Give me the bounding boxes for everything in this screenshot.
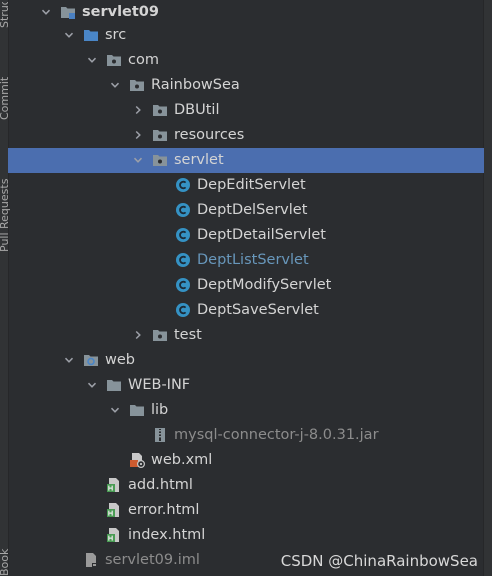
tree-row[interactable]: index.html bbox=[8, 523, 484, 548]
chevron-down-icon[interactable] bbox=[86, 379, 98, 391]
tree-row[interactable]: DeptListServlet bbox=[8, 248, 484, 273]
iml-file-icon bbox=[83, 552, 99, 568]
tree-item-label: DBUtil bbox=[174, 102, 220, 118]
class-icon bbox=[175, 177, 191, 193]
tree-item-label: index.html bbox=[128, 527, 206, 543]
source-folder-icon bbox=[83, 27, 99, 43]
package-icon bbox=[106, 52, 122, 68]
tree-item-label: add.html bbox=[128, 477, 193, 493]
tree-item-label: lib bbox=[151, 402, 169, 418]
tree-row[interactable]: resources bbox=[8, 123, 484, 148]
module-folder-icon bbox=[60, 4, 76, 20]
tree-row[interactable]: lib bbox=[8, 398, 484, 423]
tree-item-label: servlet09 bbox=[82, 4, 159, 20]
tree-row[interactable]: mysql-connector-j-8.0.31.jar bbox=[8, 423, 484, 448]
html-file-icon bbox=[106, 527, 122, 543]
folder-icon bbox=[106, 377, 122, 393]
tree-row[interactable]: error.html bbox=[8, 498, 484, 523]
tree-item-label: servlet09.iml bbox=[105, 552, 200, 568]
tree-item-label: RainbowSea bbox=[151, 77, 240, 93]
tree-item-label: DeptDetailServlet bbox=[197, 227, 326, 243]
package-icon bbox=[129, 77, 145, 93]
tree-item-label: DeptDelServlet bbox=[197, 202, 308, 218]
right-scroll-strip bbox=[483, 0, 492, 576]
chevron-down-icon[interactable] bbox=[63, 354, 75, 366]
tree-row[interactable]: test bbox=[8, 323, 484, 348]
class-icon bbox=[175, 252, 191, 268]
tree-row[interactable]: src bbox=[8, 23, 484, 48]
chevron-down-icon[interactable] bbox=[63, 29, 75, 41]
tree-item-label: DeptSaveServlet bbox=[197, 302, 319, 318]
tree-item-label: web.xml bbox=[151, 452, 213, 468]
tree-row[interactable]: DeptModifyServlet bbox=[8, 273, 484, 298]
tree-row[interactable]: DeptDelServlet bbox=[8, 198, 484, 223]
chevron-down-icon[interactable] bbox=[86, 54, 98, 66]
package-icon bbox=[152, 102, 168, 118]
jar-icon bbox=[152, 427, 168, 443]
project-tree: servlet09 src com RainbowSea DBUtil resources… bbox=[8, 0, 484, 576]
tree-item-label: servlet bbox=[174, 152, 224, 168]
tree-item-label: DepEditServlet bbox=[197, 177, 306, 193]
tree-item-label: mysql-connector-j-8.0.31.jar bbox=[174, 427, 379, 443]
tree-item-label: com bbox=[128, 52, 159, 68]
chevron-down-icon[interactable] bbox=[109, 404, 121, 416]
tree-row[interactable]: web bbox=[8, 348, 484, 373]
tree-row[interactable]: servlet09 bbox=[8, 0, 484, 25]
tree-row[interactable]: com bbox=[8, 48, 484, 73]
class-icon bbox=[175, 227, 191, 243]
html-file-icon bbox=[106, 502, 122, 518]
web-folder-icon bbox=[83, 352, 99, 368]
tree-row[interactable]: servlet bbox=[8, 148, 484, 173]
tree-row[interactable]: WEB-INF bbox=[8, 373, 484, 398]
chevron-down-icon[interactable] bbox=[40, 6, 52, 18]
package-icon bbox=[152, 152, 168, 168]
chevron-down-icon[interactable] bbox=[109, 79, 121, 91]
tree-item-label: web bbox=[105, 352, 135, 368]
tree-row[interactable]: DeptSaveServlet bbox=[8, 298, 484, 323]
tree-item-label: error.html bbox=[128, 502, 200, 518]
class-icon bbox=[175, 277, 191, 293]
tree-row[interactable]: DBUtil bbox=[8, 98, 484, 123]
html-file-icon bbox=[106, 477, 122, 493]
folder-icon bbox=[129, 402, 145, 418]
tree-item-label: DeptListServlet bbox=[197, 252, 309, 268]
tree-item-label: DeptModifyServlet bbox=[197, 277, 332, 293]
tree-row[interactable]: RainbowSea bbox=[8, 73, 484, 98]
chevron-down-icon[interactable] bbox=[132, 154, 144, 166]
tree-item-label: resources bbox=[174, 127, 245, 143]
xml-config-icon bbox=[129, 452, 145, 468]
package-icon bbox=[152, 127, 168, 143]
tree-row[interactable]: DepEditServlet bbox=[8, 173, 484, 198]
tree-row[interactable]: DeptDetailServlet bbox=[8, 223, 484, 248]
tree-item-label: WEB-INF bbox=[128, 377, 191, 393]
chevron-right-icon[interactable] bbox=[132, 329, 144, 341]
tree-row[interactable]: add.html bbox=[8, 473, 484, 498]
tree-item-label: test bbox=[174, 327, 202, 343]
watermark: CSDN @ChinaRainbowSea bbox=[280, 552, 478, 570]
class-icon bbox=[175, 302, 191, 318]
class-icon bbox=[175, 202, 191, 218]
tree-row[interactable]: web.xml bbox=[8, 448, 484, 473]
tree-item-label: src bbox=[105, 27, 127, 43]
package-icon bbox=[152, 327, 168, 343]
chevron-right-icon[interactable] bbox=[132, 129, 144, 141]
chevron-right-icon[interactable] bbox=[132, 104, 144, 116]
